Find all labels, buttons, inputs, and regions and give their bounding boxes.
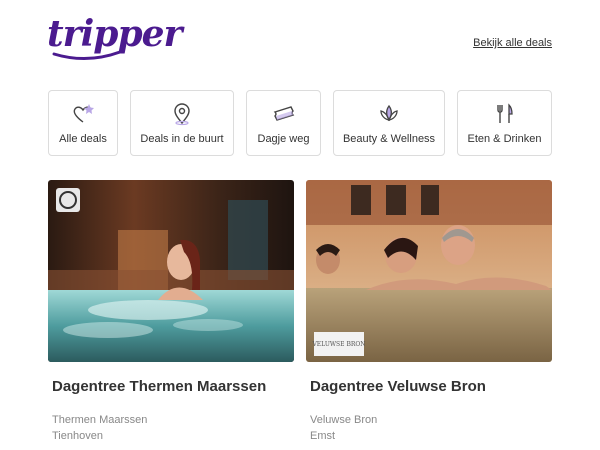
deal-location: Thermen Maarssen bbox=[52, 414, 148, 426]
category-day-out[interactable]: Dagje weg bbox=[246, 90, 321, 156]
category-label: Dagje weg bbox=[257, 133, 310, 145]
category-label: Beauty & Wellness bbox=[342, 133, 436, 145]
category-nearby[interactable]: Deals in de buurt bbox=[130, 90, 234, 156]
category-label: Eten & Drinken bbox=[467, 133, 542, 145]
view-all-deals-link[interactable]: Bekijk alle deals bbox=[473, 37, 552, 49]
deal-title[interactable]: Dagentree Veluwse Bron bbox=[310, 378, 486, 395]
deal-title[interactable]: Dagentree Thermen Maarssen bbox=[52, 378, 266, 395]
deal-photo-outdoor-pool[interactable]: VELUWSE BRON bbox=[306, 180, 552, 362]
deal-photo-whirlpool[interactable] bbox=[48, 180, 294, 362]
category-label: Alle deals bbox=[59, 133, 107, 145]
pool-photo: VELUWSE BRON bbox=[306, 180, 552, 362]
category-label: Deals in de buurt bbox=[140, 133, 224, 145]
fork-knife-icon bbox=[496, 103, 513, 123]
logo-text: tripper bbox=[47, 13, 182, 55]
category-food-drinks[interactable]: Eten & Drinken bbox=[457, 90, 552, 156]
heart-star-icon bbox=[73, 104, 94, 123]
deal-city: Emst bbox=[310, 430, 336, 442]
logo-swoosh bbox=[52, 50, 122, 61]
deal-location: Veluwse Bron bbox=[310, 414, 378, 426]
category-beauty-wellness[interactable]: Beauty & Wellness bbox=[333, 90, 445, 156]
ticket-icon bbox=[273, 106, 294, 121]
svg-text:VELUWSE BRON: VELUWSE BRON bbox=[311, 341, 365, 348]
deal-city: Tienhoven bbox=[52, 430, 103, 442]
location-pin-icon bbox=[174, 103, 190, 126]
lotus-icon bbox=[380, 104, 398, 122]
whirlpool-photo bbox=[48, 180, 294, 362]
category-all-deals[interactable]: Alle deals bbox=[48, 90, 118, 156]
